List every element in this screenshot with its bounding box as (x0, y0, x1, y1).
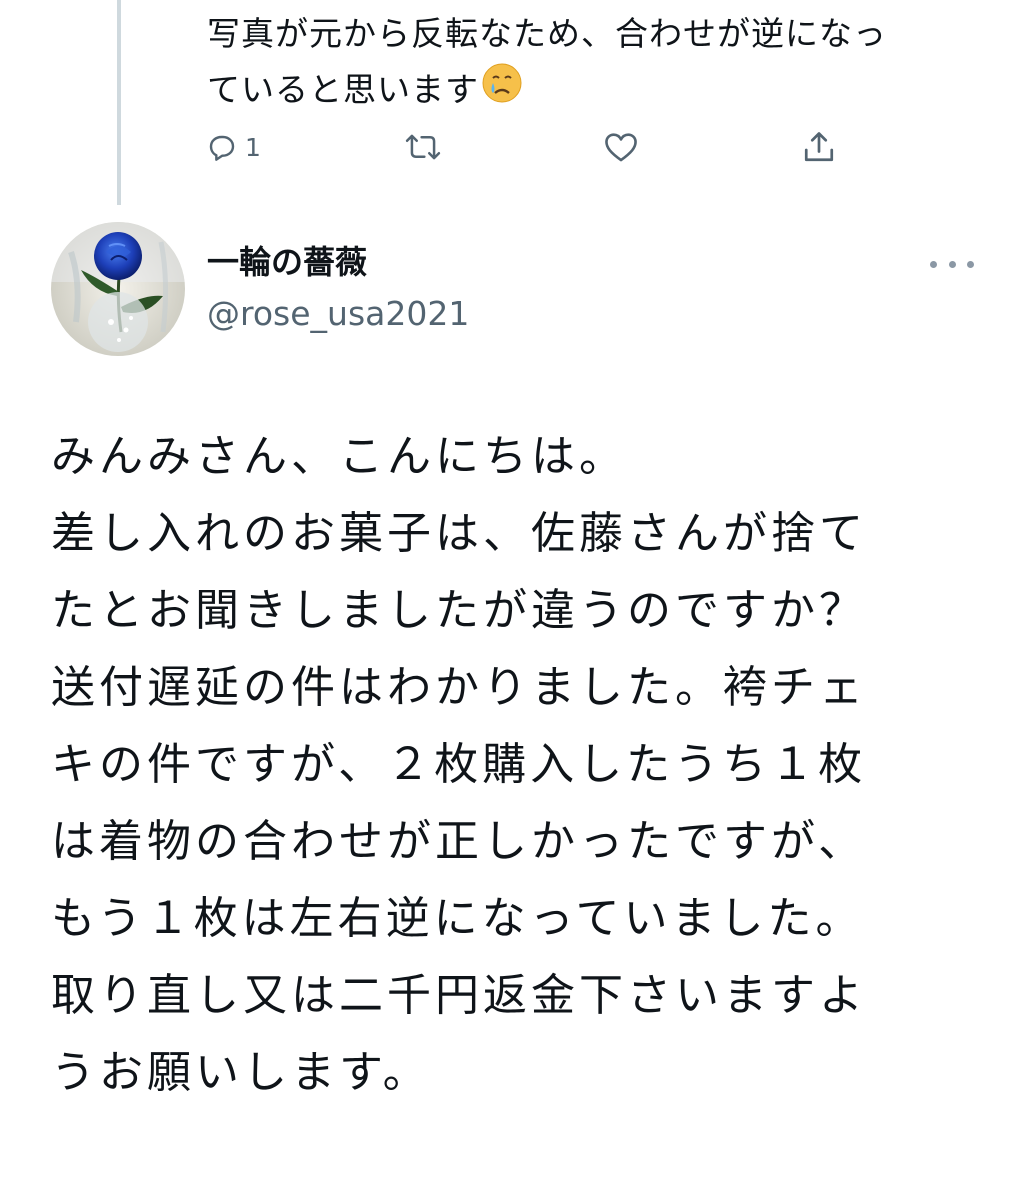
reply-text-line: 写真が元から反転なため、合わせが逆になっ (207, 14, 887, 53)
share-button[interactable] (801, 122, 837, 172)
avatar[interactable] (51, 222, 185, 356)
retweet-button[interactable] (405, 122, 441, 172)
thread-line (117, 0, 121, 205)
display-name[interactable]: 一輪の薔薇 (207, 240, 367, 284)
reply-text-line: ていると思います (207, 70, 479, 109)
tweet-text-line: うお願いします。 (51, 1047, 431, 1098)
reply-icon (209, 135, 235, 161)
tweet-text-line: もう１枚は左右逆になっていました。 (51, 893, 864, 944)
heart-icon (605, 133, 637, 162)
tweet-text-line: 送付遅延の件はわかりました。袴チェ (51, 662, 867, 713)
tweet-text-line: 差し入れのお菓子は、佐藤さんが捨て (51, 508, 867, 559)
blue-rose-image (51, 222, 185, 356)
tweet-text-line: 取り直し又は二千円返金下さいますよ (51, 970, 867, 1021)
reply-tweet-text: 写真が元から反転なため、合わせが逆になっ ていると思います (207, 6, 987, 121)
tweet-text-line: たとお聞きしましたが違うのですか？ (51, 585, 867, 636)
crying-face-icon (481, 62, 523, 121)
reply-button[interactable]: 1 (205, 122, 261, 172)
reply-action-bar: 1 (205, 122, 865, 172)
tweet-text-line: キの件ですが、２枚購入したうち１枚 (51, 739, 867, 790)
retweet-icon (405, 134, 441, 160)
more-icon (967, 260, 974, 268)
more-options-button[interactable] (930, 252, 974, 276)
share-icon (804, 132, 834, 162)
reply-count: 1 (245, 132, 261, 162)
tweet-text-line: は着物の合わせが正しかったですが、 (51, 816, 867, 867)
more-icon (948, 260, 956, 268)
user-handle[interactable]: @rose_usa2021 (207, 292, 469, 336)
tweet-text: みんみさん、こんにちは。 差し入れのお菓子は、佐藤さんが捨て たとお聞きしました… (51, 418, 981, 1111)
tweet-text-line: みんみさん、こんにちは。 (51, 431, 627, 482)
like-button[interactable] (603, 122, 639, 172)
more-icon (930, 260, 937, 268)
